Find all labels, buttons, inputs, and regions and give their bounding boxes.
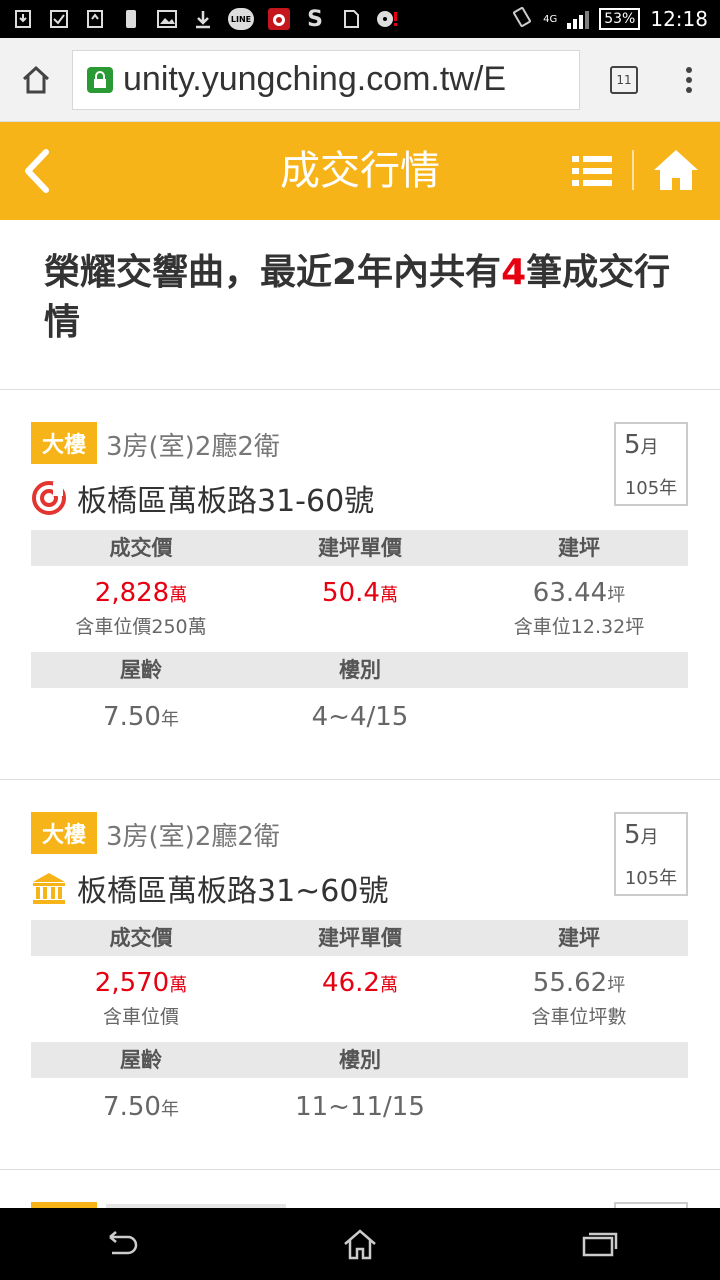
price-value: 2,570萬 bbox=[94, 968, 188, 998]
transaction-count: 4 bbox=[501, 252, 527, 293]
unit-price-value: 46.2萬 bbox=[322, 968, 398, 998]
update-icon bbox=[84, 8, 106, 30]
property-type-tag: 大樓 bbox=[31, 812, 97, 854]
check-box-icon bbox=[48, 8, 70, 30]
area-header: 建坪 bbox=[558, 536, 600, 560]
lock-icon bbox=[87, 66, 113, 93]
image-icon bbox=[156, 8, 178, 30]
stats-header-row: 成交價 建坪單價 建坪 bbox=[31, 920, 688, 956]
price-header: 成交價 bbox=[109, 536, 173, 560]
disc-alert-icon bbox=[376, 8, 398, 30]
home-nav-icon bbox=[344, 1229, 376, 1260]
s-app-icon: S bbox=[307, 6, 323, 32]
status-bar: LINE S 4G 53% 12:18 bbox=[0, 0, 720, 38]
age-header: 屋齡 bbox=[120, 658, 162, 682]
back-icon bbox=[109, 1231, 138, 1255]
month-value: 5 bbox=[624, 430, 641, 460]
download-icon bbox=[192, 8, 214, 30]
property-type-tag: 大樓 bbox=[31, 422, 97, 464]
year-value: 105年 bbox=[624, 868, 678, 889]
price-header: 成交價 bbox=[109, 926, 173, 950]
network-type: 4G bbox=[543, 13, 558, 25]
back-button[interactable] bbox=[90, 1219, 150, 1269]
status-right: 4G 53% 12:18 bbox=[511, 6, 708, 33]
recent-apps-icon bbox=[582, 1232, 618, 1257]
address-row: 板橋區萬板路31~60號 bbox=[31, 866, 388, 910]
browser-toolbar: unity.yungching.com.tw/E 11 bbox=[0, 38, 720, 122]
month-unit: 月 bbox=[640, 827, 659, 848]
age-value: 7.50年 bbox=[103, 702, 179, 732]
battery-indicator: 53% bbox=[599, 8, 641, 30]
year-value: 105年 bbox=[624, 478, 678, 499]
list-menu-icon[interactable] bbox=[572, 152, 612, 190]
floor-header: 樓別 bbox=[339, 658, 381, 682]
age-value: 7.50年 bbox=[103, 1092, 179, 1122]
notification-icons: LINE S bbox=[12, 6, 398, 32]
area-value: 55.62坪 bbox=[532, 968, 626, 998]
system-nav-bar bbox=[0, 1208, 720, 1280]
target-icon bbox=[32, 481, 66, 515]
date-box: 5月 105年 bbox=[614, 422, 688, 506]
home-outline-icon bbox=[22, 65, 50, 93]
download-done-icon bbox=[12, 8, 34, 30]
url-bar[interactable]: unity.yungching.com.tw/E bbox=[72, 49, 580, 110]
unit-price-value: 50.4萬 bbox=[322, 578, 398, 608]
back-arrow-icon[interactable] bbox=[18, 144, 58, 198]
line-app-icon: LINE bbox=[228, 8, 254, 30]
recent-apps-button[interactable] bbox=[570, 1219, 630, 1269]
home-icon[interactable] bbox=[652, 148, 700, 192]
area-note: 含車位12.32坪 bbox=[513, 616, 645, 638]
date-box: 5月 105年 bbox=[614, 812, 688, 896]
vibrate-icon bbox=[511, 6, 533, 33]
area-header: 建坪 bbox=[558, 926, 600, 950]
phone-icon bbox=[120, 8, 142, 30]
room-layout: 3房(室)2廳2衛 bbox=[106, 432, 280, 462]
signal-icon bbox=[567, 9, 590, 29]
divider bbox=[0, 1169, 720, 1170]
results-headline: 榮耀交響曲，最近2年內共有4筆成交行情 bbox=[44, 248, 684, 348]
app-notification-icon bbox=[268, 8, 290, 30]
area-note: 含車位坪數 bbox=[531, 1006, 627, 1028]
note-icon bbox=[340, 8, 362, 30]
floor-header: 樓別 bbox=[339, 1048, 381, 1072]
home-button[interactable] bbox=[330, 1219, 390, 1269]
area-value: 63.44坪 bbox=[532, 578, 626, 608]
header-divider bbox=[632, 150, 634, 190]
unit-price-header: 建坪單價 bbox=[318, 536, 402, 560]
url-text: unity.yungching.com.tw/E bbox=[123, 60, 506, 98]
clock: 12:18 bbox=[650, 7, 708, 31]
room-layout: 3房(室)2廳2衛 bbox=[106, 822, 280, 852]
unit-price-header: 建坪單價 bbox=[318, 926, 402, 950]
bank-icon bbox=[33, 873, 65, 904]
age-header: 屋齡 bbox=[120, 1048, 162, 1072]
stats-header-row-2: 屋齡 樓別 bbox=[31, 1042, 688, 1078]
floor-value: 11~11/15 bbox=[295, 1092, 425, 1122]
page-title: 成交行情 bbox=[280, 148, 440, 194]
app-header: 成交行情 bbox=[0, 122, 720, 220]
price-note: 含車位價250萬 bbox=[75, 616, 207, 638]
address: 板橋區萬板路31~60號 bbox=[77, 874, 389, 909]
browser-home-button[interactable] bbox=[0, 65, 72, 95]
headline-prefix: 榮耀交響曲，最近2年內共有 bbox=[44, 252, 502, 293]
transaction-card[interactable]: 大樓 3房(室)2廳2衛 板橋區萬板路31-60號 5月 105年 成交價 建坪… bbox=[0, 390, 720, 780]
address-row: 板橋區萬板路31-60號 bbox=[31, 476, 374, 520]
stats-header-row-2: 屋齡 樓別 bbox=[31, 652, 688, 688]
price-note: 含車位價 bbox=[102, 1006, 179, 1028]
price-value: 2,828萬 bbox=[94, 578, 188, 608]
address: 板橋區萬板路31-60號 bbox=[77, 484, 375, 519]
floor-value: 4~4/15 bbox=[311, 702, 409, 732]
month-value: 5 bbox=[624, 820, 641, 850]
browser-menu-icon[interactable] bbox=[686, 66, 692, 93]
stats-header-row: 成交價 建坪單價 建坪 bbox=[31, 530, 688, 566]
tab-switcher-button[interactable]: 11 bbox=[610, 65, 638, 94]
transaction-card[interactable]: 大樓 3房(室)2廳2衛 板橋區萬板路31~60號 5月 105年 成交價 建坪… bbox=[0, 780, 720, 1170]
month-unit: 月 bbox=[640, 437, 659, 458]
